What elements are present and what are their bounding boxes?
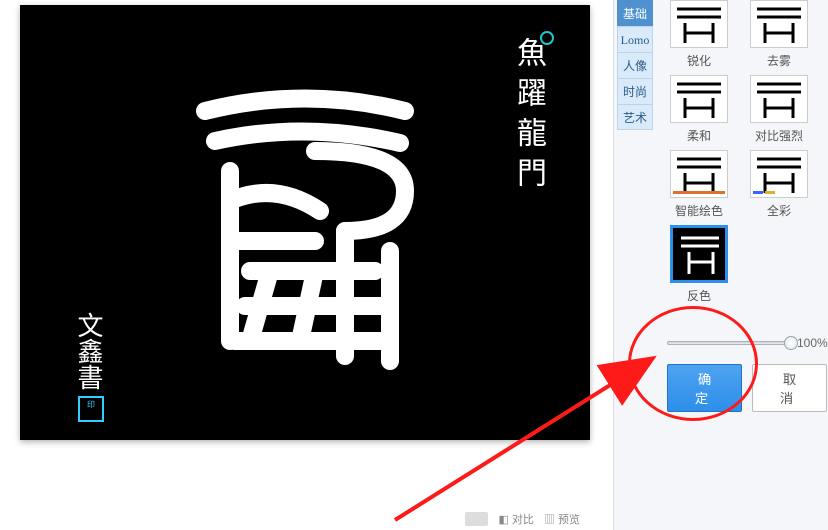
artwork-signature: 文鑫書 — [70, 312, 107, 390]
intensity-value: 100% — [797, 336, 827, 350]
cancel-button[interactable]: 取 消 — [752, 364, 827, 412]
category-portrait[interactable]: 人像 — [617, 52, 653, 78]
effect-category-list: 基础 Lomo 人像 时尚 艺术 — [617, 0, 653, 130]
status-bar: ◧ 对比 ▥ 预览 — [20, 510, 590, 528]
thumb-icon — [750, 0, 808, 48]
effect-label: 去雾 — [739, 52, 819, 69]
effect-label: 智能绘色 — [659, 202, 739, 219]
thumb-icon — [750, 75, 808, 123]
effect-label: 对比强烈 — [739, 127, 819, 144]
category-basic[interactable]: 基础 — [617, 0, 653, 26]
effects-sidebar: 基础 Lomo 人像 时尚 艺术 锐化 去雾 柔和 对比强烈 智能绘色 全彩 — [613, 0, 828, 530]
thumb-icon — [750, 150, 808, 198]
effect-invert[interactable]: 反色 — [659, 225, 739, 304]
category-fashion[interactable]: 时尚 — [617, 78, 653, 104]
intensity-slider[interactable] — [667, 341, 791, 345]
slider-thumb[interactable] — [784, 336, 798, 350]
compare-toggle[interactable]: ◧ 对比 — [498, 511, 533, 527]
effect-dehaze[interactable]: 去雾 — [739, 0, 819, 69]
artwork-stamp: 印 — [78, 396, 104, 422]
ok-button[interactable]: 确 定 — [667, 364, 742, 412]
thumb-icon — [670, 75, 728, 123]
effect-label: 锐化 — [659, 52, 739, 69]
effect-sharpen[interactable]: 锐化 — [659, 0, 739, 69]
effect-contrast[interactable]: 对比强烈 — [739, 75, 819, 144]
seal-main-glyph — [175, 81, 435, 381]
effect-smart-color[interactable]: 智能绘色 — [659, 150, 739, 219]
preview-toggle[interactable]: ▥ 预览 — [544, 511, 580, 527]
effect-grid: 锐化 去雾 柔和 对比强烈 智能绘色 全彩 反色 — [659, 0, 828, 310]
artwork-title-vertical: 魚躍龍門 — [506, 37, 550, 197]
category-art[interactable]: 艺术 — [617, 104, 653, 130]
effect-soften[interactable]: 柔和 — [659, 75, 739, 144]
effect-fullcolor[interactable]: 全彩 — [739, 150, 819, 219]
effect-label: 全彩 — [739, 202, 819, 219]
effect-label: 柔和 — [659, 127, 739, 144]
image-canvas[interactable]: 魚躍龍門 文鑫書 印 — [20, 5, 590, 440]
thumb-icon — [670, 150, 728, 198]
effect-label: 反色 — [659, 287, 739, 304]
thumb-icon — [670, 0, 728, 48]
category-lomo[interactable]: Lomo — [617, 26, 653, 52]
effect-controls: 100% 确 定 取 消 — [667, 336, 827, 412]
status-pill — [465, 512, 488, 526]
thumb-icon — [670, 225, 728, 283]
